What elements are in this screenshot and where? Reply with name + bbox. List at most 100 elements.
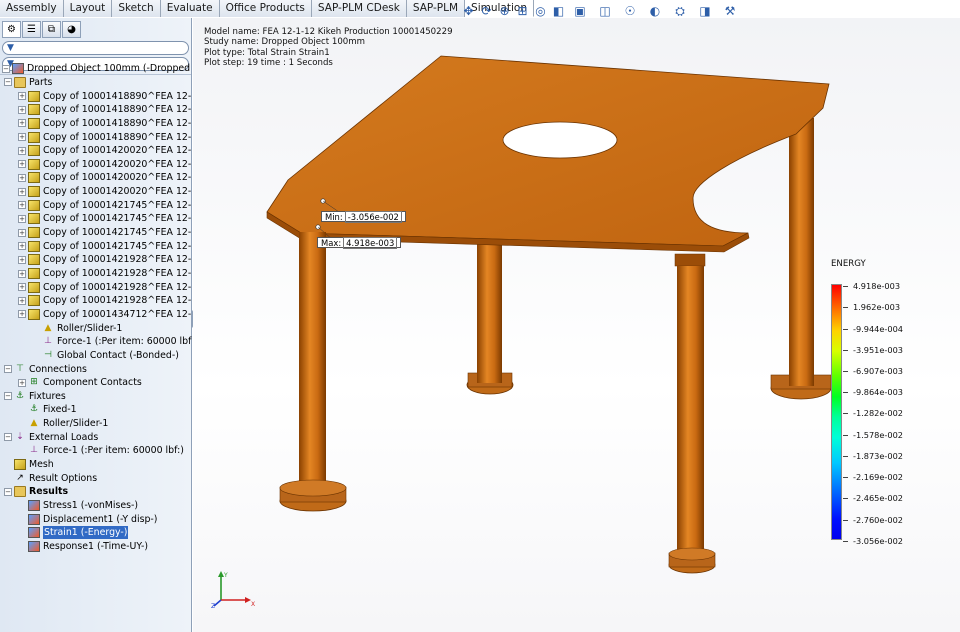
- previous-view-icon[interactable]: ◎: [532, 3, 549, 20]
- graphics-viewport[interactable]: Model name: FEA 12-1-12 Kikeh Production…: [193, 18, 960, 632]
- expand-toggle-icon[interactable]: +: [18, 187, 26, 196]
- tree-part-item[interactable]: + Copy of 10001420020^FEA 12-1-12 Ki: [18, 185, 192, 199]
- expand-toggle-icon[interactable]: +: [18, 378, 26, 387]
- tree-item-label: Results: [29, 486, 69, 498]
- expand-toggle-icon[interactable]: +: [18, 201, 26, 210]
- expand-toggle-icon[interactable]: +: [18, 105, 26, 114]
- tree-mesh[interactable]: Mesh: [4, 458, 54, 472]
- tree-part-item[interactable]: + Copy of 10001421745^FEA 12-1-12 Ki: [18, 226, 192, 240]
- edit-appearance-icon[interactable]: ◐: [643, 3, 667, 20]
- force-icon: ⊥: [44, 336, 52, 347]
- tab-office-products[interactable]: Office Products: [219, 0, 312, 17]
- tree-connections-folder[interactable]: − ⊤ Connections: [4, 362, 87, 376]
- zoom-area-icon[interactable]: ⊞: [514, 3, 531, 20]
- tree-part-item[interactable]: + Copy of 10001421745^FEA 12-1-12 Ki: [18, 240, 192, 254]
- tree-result-item[interactable]: Stress1 (-vonMises-): [18, 499, 138, 513]
- expand-toggle-icon[interactable]: +: [18, 283, 26, 292]
- expand-toggle-icon[interactable]: −: [2, 64, 10, 73]
- tab-sap-plm-cdesk[interactable]: SAP-PLM CDesk: [311, 0, 407, 17]
- tab-sketch[interactable]: Sketch: [112, 0, 161, 17]
- view-orientation-dropdown-icon[interactable]: ▣: [568, 3, 592, 20]
- tree-fixtures-folder[interactable]: − ⚓ Fixtures: [4, 390, 66, 404]
- tree-part-item[interactable]: + Copy of 10001421928^FEA 12-1-12 Ki: [18, 280, 192, 294]
- configuration-manager-icon[interactable]: ⧉: [42, 21, 61, 38]
- tab-layout[interactable]: Layout: [63, 0, 113, 17]
- tree-fixture-item[interactable]: ▲ Roller/Slider-1: [18, 417, 109, 431]
- expand-toggle-icon[interactable]: +: [18, 310, 26, 319]
- tab-assembly[interactable]: Assembly: [0, 0, 64, 17]
- tree-part-child[interactable]: ⊣ Global Contact (-Bonded-): [32, 349, 179, 363]
- apply-scene-icon[interactable]: ⛭: [668, 3, 692, 20]
- tree-connection-item[interactable]: + ⊞ Component Contacts: [18, 376, 142, 390]
- tree-part-item[interactable]: + Copy of 10001421928^FEA 12-1-12 Ki: [18, 267, 192, 281]
- tree-load-item[interactable]: ⊥ Force-1 (:Per item: 60000 lbf:): [18, 444, 184, 458]
- expand-toggle-icon[interactable]: −: [4, 392, 12, 401]
- display-style-icon[interactable]: ◫: [593, 3, 617, 20]
- tree-part-item[interactable]: + Copy of 10001420020^FEA 12-1-12 Ki: [18, 144, 192, 158]
- legend-tick: [843, 370, 848, 372]
- tree-part-item[interactable]: + Copy of 10001421745^FEA 12-1-12 Ki: [18, 199, 192, 213]
- tree-item-label: Component Contacts: [43, 377, 142, 389]
- tree-part-item[interactable]: + Copy of 10001434712^FEA 12-1-12 Ki: [18, 308, 192, 322]
- simulation-study-tree: − Dropped Object 100mm (-Dropped Object-)…: [0, 62, 192, 614]
- view-orientation-icon[interactable]: ✥: [460, 3, 477, 20]
- expand-toggle-icon[interactable]: −: [4, 365, 12, 374]
- expand-toggle-icon[interactable]: +: [18, 255, 26, 264]
- tree-external-loads-folder[interactable]: − ⇣ External Loads: [4, 431, 98, 445]
- hide-show-icon[interactable]: ☉: [618, 3, 642, 20]
- expand-toggle-icon[interactable]: +: [18, 119, 26, 128]
- expand-toggle-icon[interactable]: +: [18, 146, 26, 155]
- tree-part-item[interactable]: + Copy of 10001418890^FEA 12-1-12 Ki: [18, 117, 192, 131]
- tree-part-item[interactable]: + Copy of 10001420020^FEA 12-1-12 Ki: [18, 158, 192, 172]
- tree-part-item[interactable]: + Copy of 10001421745^FEA 12-1-12 Ki: [18, 212, 192, 226]
- expand-toggle-icon[interactable]: −: [4, 487, 12, 496]
- tab-evaluate[interactable]: Evaluate: [160, 0, 220, 17]
- tree-part-item[interactable]: + Copy of 10001421928^FEA 12-1-12 Ki: [18, 294, 192, 308]
- external-loads-icon: ⇣: [16, 431, 24, 442]
- tree-result-options[interactable]: ↗ Result Options: [4, 472, 97, 486]
- expand-toggle-icon[interactable]: +: [18, 228, 26, 237]
- expand-toggle-icon[interactable]: +: [18, 296, 26, 305]
- part-icon: [28, 131, 40, 143]
- tree-root-study[interactable]: − Dropped Object 100mm (-Dropped Object-): [2, 62, 192, 76]
- tree-part-item[interactable]: + Copy of 10001418890^FEA 12-1-12 Ki: [18, 130, 192, 144]
- expand-toggle-icon[interactable]: +: [18, 173, 26, 182]
- expand-toggle-icon[interactable]: +: [18, 92, 26, 101]
- tab-sap-plm[interactable]: SAP-PLM: [406, 0, 466, 17]
- rotate-icon[interactable]: ⟳: [478, 3, 495, 20]
- tree-part-item[interactable]: + Copy of 10001418890^FEA 12-1-12 Ki: [18, 89, 192, 103]
- expand-toggle-icon[interactable]: +: [18, 160, 26, 169]
- expand-toggle-icon[interactable]: −: [4, 78, 12, 87]
- feature-manager-icon[interactable]: ⚙: [2, 21, 21, 38]
- tree-result-item[interactable]: Strain1 (-Energy-): [18, 526, 129, 540]
- expand-toggle-icon[interactable]: −: [4, 433, 12, 442]
- appearance-manager-icon[interactable]: ◕: [62, 21, 81, 38]
- legend-tick: [843, 455, 848, 457]
- legend-tick: [843, 413, 848, 415]
- legend-value: -1.873e-002: [853, 450, 904, 461]
- tree-part-item[interactable]: + Copy of 10001420020^FEA 12-1-12 Ki: [18, 171, 192, 185]
- filter-field-1[interactable]: ▼: [2, 41, 189, 55]
- zoom-to-fit-icon[interactable]: ⊕: [496, 3, 513, 20]
- tree-results-folder[interactable]: − Results: [4, 485, 68, 499]
- tree-part-item[interactable]: + Copy of 10001418890^FEA 12-1-12 Ki: [18, 103, 192, 117]
- tools-icon[interactable]: ⚒: [718, 3, 742, 20]
- section-view-icon[interactable]: ◧: [550, 3, 567, 20]
- expand-toggle-icon[interactable]: +: [18, 214, 26, 223]
- tree-item-label: Copy of 10001420020^FEA 12-1-12 Ki: [43, 186, 192, 198]
- command-manager-tabs: Assembly Layout Sketch Evaluate Office Produ…: [0, 0, 534, 17]
- expand-toggle-icon[interactable]: +: [18, 242, 26, 251]
- part-icon: [28, 145, 40, 157]
- tree-fixture-item[interactable]: ⚓ Fixed-1: [18, 403, 77, 417]
- property-manager-icon[interactable]: ☰: [22, 21, 41, 38]
- color-legend-bar: [831, 284, 842, 540]
- tree-result-item[interactable]: Response1 (-Time-UY-): [18, 540, 148, 554]
- view-settings-icon[interactable]: ◨: [693, 3, 717, 20]
- tree-result-item[interactable]: Displacement1 (-Y disp-): [18, 512, 157, 526]
- expand-toggle-icon[interactable]: +: [18, 133, 26, 142]
- tree-parts-folder[interactable]: − Parts: [4, 76, 52, 90]
- expand-toggle-icon[interactable]: +: [18, 269, 26, 278]
- tree-part-child[interactable]: ▲ Roller/Slider-1: [32, 321, 123, 335]
- tree-part-child[interactable]: ⊥ Force-1 (:Per item: 60000 lbf:): [32, 335, 192, 349]
- tree-part-item[interactable]: + Copy of 10001421928^FEA 12-1-12 Ki: [18, 253, 192, 267]
